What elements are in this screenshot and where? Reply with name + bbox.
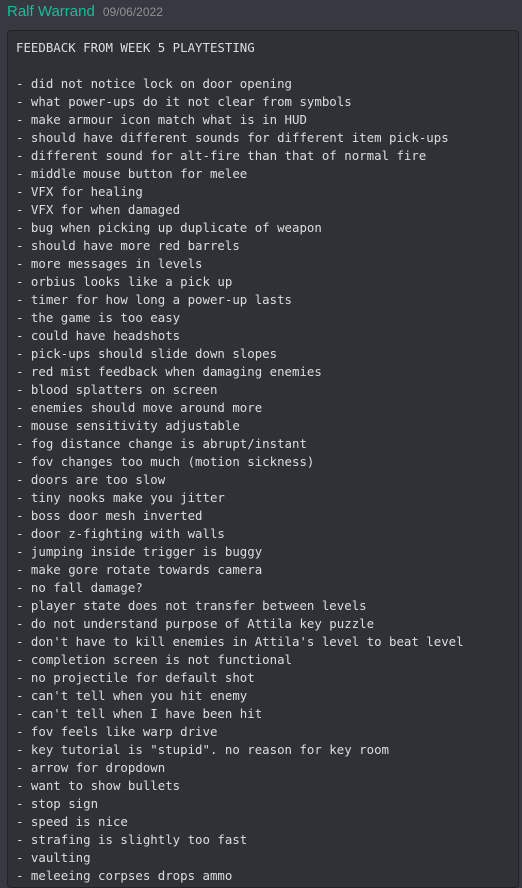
code-line-heading: FEEDBACK FROM WEEK 5 PLAYTESTING <box>16 40 255 55</box>
code-line: - can't tell when you hit enemy <box>16 688 248 703</box>
code-line: - could have headshots <box>16 328 181 343</box>
code-line: - orbius looks like a pick up <box>16 274 233 289</box>
message-timestamp: 09/06/2022 <box>102 5 163 19</box>
code-line: - red mist feedback when damaging enemie… <box>16 364 322 379</box>
code-line: - door z-fighting with walls <box>16 526 225 541</box>
code-line: - key tutorial is "stupid". no reason fo… <box>16 742 389 757</box>
code-line: - no fall damage? <box>16 580 143 595</box>
code-line: - did not notice lock on door opening <box>16 76 293 91</box>
code-line: - tiny nooks make you jitter <box>16 490 225 505</box>
code-line: - should have different sounds for diffe… <box>16 130 449 145</box>
code-line: - enemies should move around more <box>16 400 263 415</box>
code-line: - the game is too easy <box>16 310 181 325</box>
code-line: - completion screen is not functional <box>16 652 293 667</box>
author-name[interactable]: Ralf Warrand <box>7 3 95 20</box>
code-line: - different sound for alt-fire than that… <box>16 148 427 163</box>
code-line: - blood splatters on screen <box>16 382 218 397</box>
code-line: - no projectile for default shot <box>16 670 255 685</box>
code-line: - meleeing corpses drops ammo <box>16 868 233 883</box>
code-line: - vaulting <box>16 850 91 865</box>
code-line: - arrow for dropdown <box>16 760 166 775</box>
message-header: Ralf Warrand 09/06/2022 <box>7 3 163 25</box>
code-line: - pick-ups should slide down slopes <box>16 346 278 361</box>
code-line: - more messages in levels <box>16 256 203 271</box>
code-block-content: FEEDBACK FROM WEEK 5 PLAYTESTING - did no… <box>16 39 514 885</box>
code-line: - can't tell when I have been hit <box>16 706 263 721</box>
code-line: - VFX for healing <box>16 184 143 199</box>
code-line: - should have more red barrels <box>16 238 240 253</box>
code-line: - do not understand purpose of Attila ke… <box>16 616 375 631</box>
code-line: - want to show bullets <box>16 778 181 793</box>
code-line: - fov feels like warp drive <box>16 724 218 739</box>
code-block: FEEDBACK FROM WEEK 5 PLAYTESTING - did no… <box>7 30 519 888</box>
code-line: - speed is nice <box>16 814 128 829</box>
code-line: - timer for how long a power-up lasts <box>16 292 293 307</box>
code-line: - what power-ups do it not clear from sy… <box>16 94 352 109</box>
code-line: - make armour icon match what is in HUD <box>16 112 307 127</box>
code-line: - fov changes too much (motion sickness) <box>16 454 315 469</box>
code-line: - middle mouse button for melee <box>16 166 248 181</box>
code-line: - fog distance change is abrupt/instant <box>16 436 307 451</box>
code-line: - stop sign <box>16 796 99 811</box>
code-line: - player state does not transfer between… <box>16 598 367 613</box>
code-line: - boss door mesh inverted <box>16 508 203 523</box>
code-line: - jumping inside trigger is buggy <box>16 544 263 559</box>
code-line: - strafing is slightly too fast <box>16 832 248 847</box>
code-line: - don't have to kill enemies in Attila's… <box>16 634 464 649</box>
code-line: - doors are too slow <box>16 472 166 487</box>
code-line: - make gore rotate towards camera <box>16 562 263 577</box>
code-line: - mouse sensitivity adjustable <box>16 418 240 433</box>
code-line: - bug when picking up duplicate of weapo… <box>16 220 322 235</box>
code-line: - VFX for when damaged <box>16 202 181 217</box>
